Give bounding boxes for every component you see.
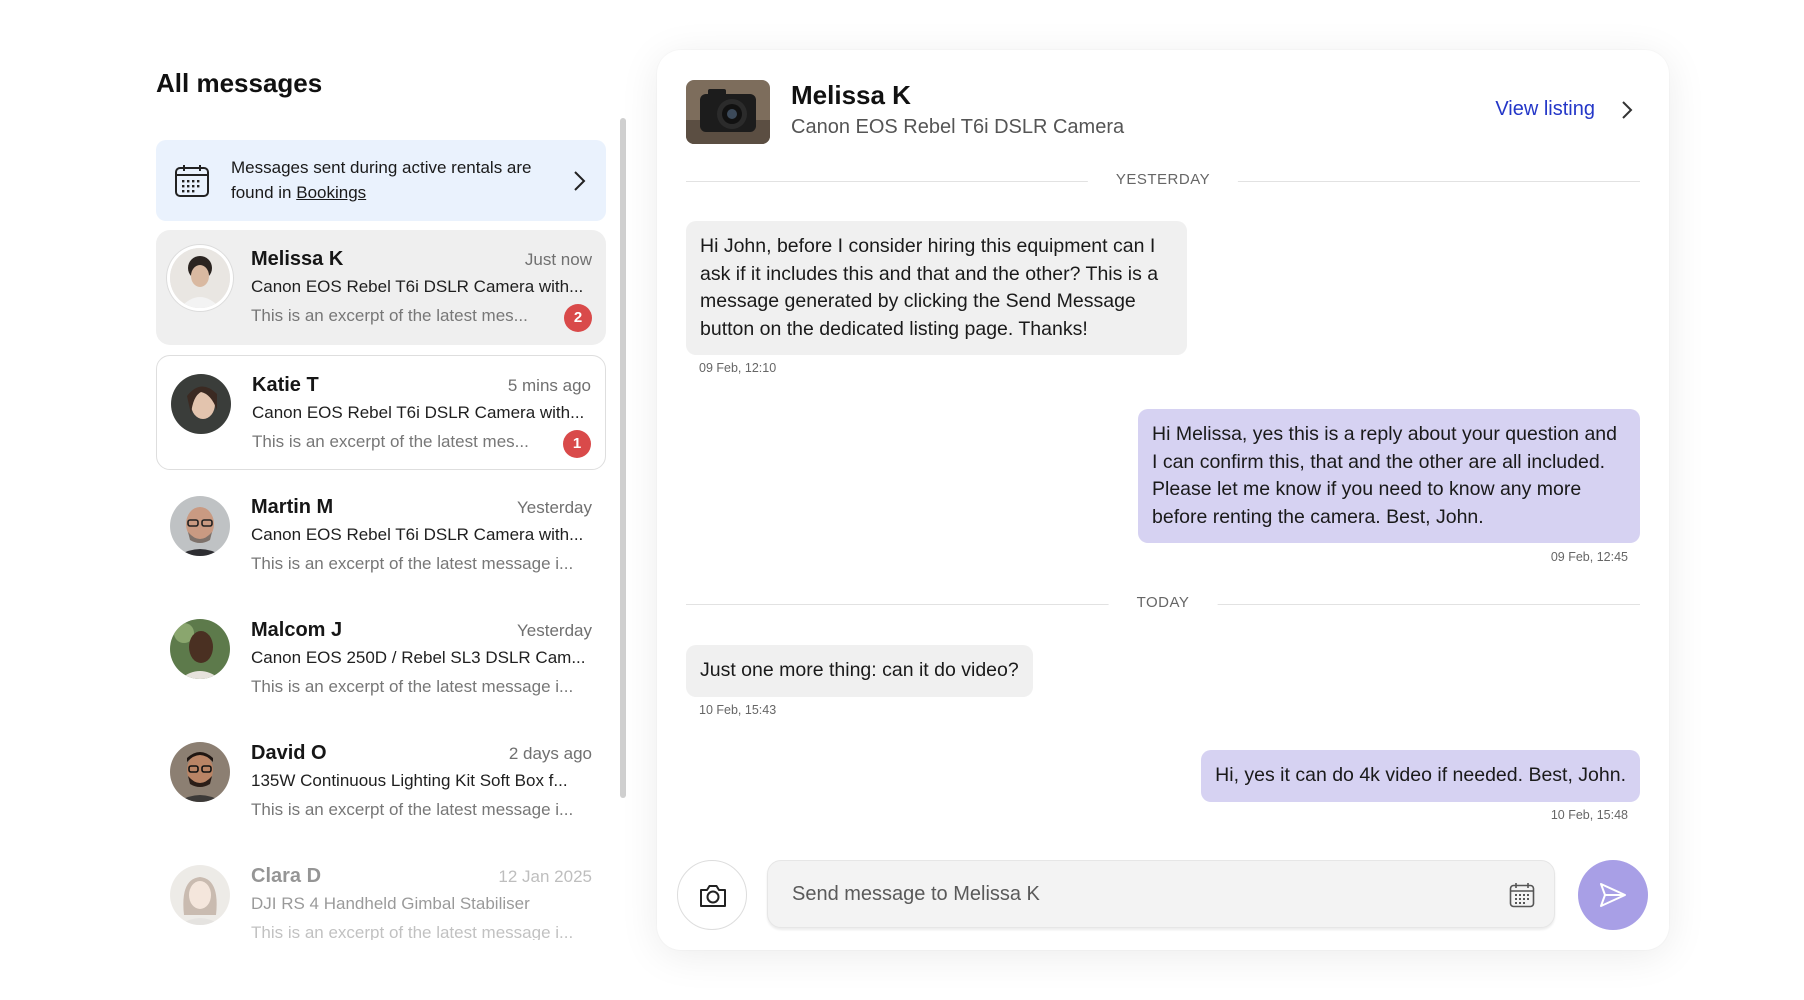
message-timestamp: 09 Feb, 12:45 xyxy=(1550,550,1628,564)
listing-title: 135W Continuous Lighting Kit Soft Box f.… xyxy=(251,771,568,790)
message-excerpt: This is an excerpt of the latest message… xyxy=(251,677,574,696)
notice-text-body: Messages sent during active rentals are … xyxy=(231,158,532,202)
chat-panel: Melissa K Canon EOS Rebel T6i DSLR Camer… xyxy=(657,50,1669,950)
camera-icon xyxy=(700,885,726,907)
listing-thumbnail xyxy=(686,80,770,144)
bookings-notice[interactable]: Messages sent during active rentals are … xyxy=(156,140,606,221)
conversation-item-martin-m[interactable]: Martin M Yesterday Canon EOS Rebel T6i D… xyxy=(156,478,606,593)
message-bubble-outgoing: Hi, yes it can do 4k video if needed. Be… xyxy=(1201,750,1640,802)
contact-name: Melissa K xyxy=(251,248,344,270)
unread-badge: 1 xyxy=(563,430,591,458)
message-time: 12 Jan 2025 xyxy=(498,867,592,886)
contact-name: Clara D xyxy=(251,865,322,887)
notice-text: Messages sent during active rentals are … xyxy=(231,155,551,205)
message-time: 5 mins ago xyxy=(507,376,591,395)
contact-name: Martin M xyxy=(251,496,334,518)
chat-listing-title: Canon EOS Rebel T6i DSLR Camera xyxy=(791,116,1125,138)
listing-title: Canon EOS Rebel T6i DSLR Camera with... xyxy=(251,277,584,296)
date-divider-label: TODAY xyxy=(1108,594,1218,611)
message-excerpt: This is an excerpt of the latest message… xyxy=(251,554,574,573)
send-icon xyxy=(1600,883,1626,907)
unread-badge: 2 xyxy=(564,304,592,332)
calendar-icon xyxy=(175,165,209,197)
calendar-icon[interactable] xyxy=(1509,882,1535,908)
message-timestamp: 10 Feb, 15:48 xyxy=(1550,808,1628,822)
date-divider: YESTERDAY xyxy=(686,171,1640,188)
avatar xyxy=(170,619,230,679)
message-time: Yesterday xyxy=(517,498,592,517)
chat-contact-name: Melissa K xyxy=(791,80,911,110)
sidebar-scrollbar[interactable] xyxy=(620,118,626,798)
conversation-item-melissa-k[interactable]: Melissa K Just now Canon EOS Rebel T6i D… xyxy=(156,230,606,345)
listing-title: Canon EOS 250D / Rebel SL3 DSLR Cam... xyxy=(251,648,586,667)
attach-photo-button[interactable] xyxy=(677,860,747,930)
contact-name: Malcom J xyxy=(251,619,343,641)
date-divider-label: YESTERDAY xyxy=(1087,171,1239,188)
avatar xyxy=(170,865,230,925)
message-time: Yesterday xyxy=(517,621,592,640)
message-excerpt: This is an excerpt of the latest message… xyxy=(251,800,574,819)
message-input[interactable] xyxy=(767,860,1555,928)
conversation-item-david-o[interactable]: David O 2 days ago 135W Continuous Light… xyxy=(156,724,606,839)
conversation-item-malcom-j[interactable]: Malcom J Yesterday Canon EOS 250D / Rebe… xyxy=(156,601,606,716)
message-bubble-incoming: Hi John, before I consider hiring this e… xyxy=(686,221,1187,355)
conversation-sidebar: All messages Messages sent during active… xyxy=(156,0,626,1000)
message-bubble-outgoing: Hi Melissa, yes this is a reply about yo… xyxy=(1138,409,1640,543)
bookings-link[interactable]: Bookings xyxy=(296,183,366,202)
message-time: Just now xyxy=(524,250,592,269)
contact-name: David O xyxy=(251,742,327,764)
avatar xyxy=(170,496,230,556)
contact-name: Katie T xyxy=(252,374,319,396)
avatar xyxy=(170,742,230,802)
listing-title: DJI RS 4 Handheld Gimbal Stabiliser xyxy=(251,894,530,913)
message-excerpt: This is an excerpt of the latest message… xyxy=(251,923,574,940)
avatar xyxy=(170,248,230,308)
conversation-list: Melissa K Just now Canon EOS Rebel T6i D… xyxy=(156,230,606,940)
message-excerpt: This is an excerpt of the latest mes... xyxy=(251,306,528,325)
conversation-item-clara-d[interactable]: Clara D 12 Jan 2025 DJI RS 4 Handheld Gi… xyxy=(156,847,606,940)
send-button[interactable] xyxy=(1578,860,1648,930)
listing-title: Canon EOS Rebel T6i DSLR Camera with... xyxy=(251,525,584,544)
message-time: 2 days ago xyxy=(508,744,592,763)
avatar xyxy=(171,374,231,434)
message-timestamp: 10 Feb, 15:43 xyxy=(699,703,777,717)
message-timestamp: 09 Feb, 12:10 xyxy=(699,361,777,375)
message-excerpt: This is an excerpt of the latest mes... xyxy=(252,432,529,451)
date-divider: TODAY xyxy=(686,594,1640,611)
conversation-item-katie-t[interactable]: Katie T 5 mins ago Canon EOS Rebel T6i D… xyxy=(156,355,606,470)
message-bubble-incoming: Just one more thing: can it do video? xyxy=(686,645,1033,697)
page-title: All messages xyxy=(156,68,323,98)
chevron-right-icon[interactable] xyxy=(1619,98,1635,122)
listing-title: Canon EOS Rebel T6i DSLR Camera with... xyxy=(252,403,585,422)
chevron-right-icon[interactable] xyxy=(570,169,588,193)
view-listing-link[interactable]: View listing xyxy=(1495,98,1595,121)
